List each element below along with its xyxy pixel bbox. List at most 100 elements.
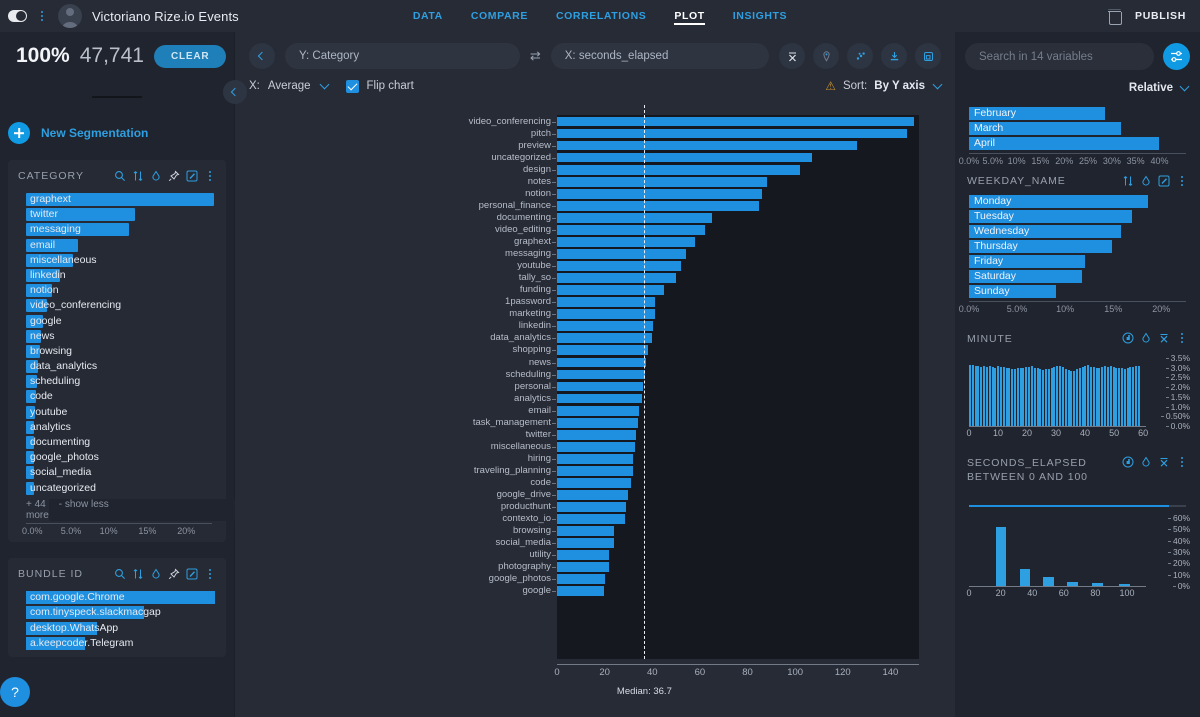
chart-bar[interactable] xyxy=(557,550,610,561)
histogram-icon[interactable] xyxy=(1122,332,1134,344)
more-icon[interactable] xyxy=(1176,175,1188,187)
list-item[interactable]: March xyxy=(965,121,1190,136)
list-item[interactable]: April xyxy=(965,136,1190,151)
category-item[interactable]: news xyxy=(18,329,216,344)
chart-bar[interactable] xyxy=(557,164,800,175)
table-row[interactable]: browsing xyxy=(513,526,919,537)
plus-icon[interactable] xyxy=(8,122,30,144)
chart-bar[interactable] xyxy=(557,574,605,585)
droplet-icon[interactable] xyxy=(1140,175,1152,187)
histogram[interactable]: 0 20 40 60 80 100 60% 50% 40% 30% 20% 10% 0% xyxy=(966,513,1190,600)
more-icon[interactable] xyxy=(1176,332,1188,344)
category-item[interactable]: graphext xyxy=(18,192,216,207)
chart-bar[interactable] xyxy=(557,140,858,151)
clear-button[interactable]: CLEAR xyxy=(153,44,227,68)
chart-bar[interactable] xyxy=(557,321,654,332)
list-item[interactable]: February xyxy=(965,106,1190,121)
chart-bar[interactable] xyxy=(557,212,712,223)
range-slider[interactable] xyxy=(969,500,1186,512)
table-row[interactable]: task_management xyxy=(473,417,919,428)
new-segmentation-row[interactable]: New Segmentation xyxy=(0,98,234,144)
list-item[interactable]: Friday xyxy=(965,254,1190,269)
chart-bar[interactable] xyxy=(557,453,634,464)
table-row[interactable]: graphext xyxy=(514,236,919,247)
droplet-icon[interactable] xyxy=(150,568,162,580)
table-row[interactable]: shopping xyxy=(512,345,919,356)
flip-chart-checkbox[interactable] xyxy=(345,79,359,93)
aggregation-value[interactable]: Average xyxy=(268,80,311,92)
search-icon[interactable] xyxy=(114,170,126,182)
table-row[interactable]: notes xyxy=(528,176,919,187)
table-row[interactable]: uncategorized xyxy=(491,152,919,163)
table-row[interactable]: personal_finance xyxy=(479,200,919,211)
chart-bar[interactable] xyxy=(557,502,627,512)
table-row[interactable]: notion xyxy=(525,188,919,199)
chart-bar[interactable] xyxy=(557,188,762,199)
chart-bar[interactable] xyxy=(557,490,629,500)
chart-bar[interactable] xyxy=(557,273,677,283)
more-icon[interactable] xyxy=(204,170,216,182)
search-input[interactable] xyxy=(965,43,1154,70)
expand-icon[interactable] xyxy=(915,43,941,69)
bundle-item[interactable]: com.google.Chrome xyxy=(18,590,216,605)
search-icon[interactable] xyxy=(114,568,126,580)
table-row[interactable]: google xyxy=(522,586,919,597)
mean-icon[interactable] xyxy=(779,43,805,69)
category-item[interactable]: data_analytics xyxy=(18,359,216,374)
chart-bar[interactable] xyxy=(557,538,615,549)
edit-icon[interactable] xyxy=(186,568,198,580)
flip-chart-label[interactable]: Flip chart xyxy=(367,80,414,92)
more-icon[interactable] xyxy=(1176,456,1188,468)
chart-bar[interactable] xyxy=(557,285,665,296)
bundle-item[interactable]: a.keepcoder.Telegram xyxy=(18,636,216,651)
table-row[interactable]: personal xyxy=(515,381,919,392)
table-row[interactable]: video_conferencing xyxy=(469,116,919,127)
droplet-icon[interactable] xyxy=(1140,456,1152,468)
table-row[interactable]: data_analytics xyxy=(490,333,919,344)
chevron-down-icon[interactable] xyxy=(1179,81,1190,91)
pin-icon[interactable] xyxy=(168,170,180,182)
bundle-item[interactable]: desktop.WhatsApp xyxy=(18,621,216,636)
chart-bar[interactable] xyxy=(557,345,648,356)
chart-bar[interactable] xyxy=(557,465,634,476)
chart-bar[interactable] xyxy=(557,441,636,452)
help-button[interactable]: ? xyxy=(0,677,30,707)
edit-icon[interactable] xyxy=(1158,175,1170,187)
table-row[interactable]: design xyxy=(523,164,919,175)
sort-icon[interactable] xyxy=(132,170,144,182)
more-icon[interactable] xyxy=(204,568,216,580)
chart-bar[interactable] xyxy=(557,237,696,247)
sort-icon[interactable] xyxy=(132,568,144,580)
mean-icon[interactable] xyxy=(1158,332,1170,344)
chart-bar[interactable] xyxy=(557,200,760,211)
table-row[interactable]: messaging xyxy=(505,248,919,259)
category-item[interactable]: analytics xyxy=(18,420,216,435)
chart-bar[interactable] xyxy=(557,116,915,127)
list-item[interactable]: Tuesday xyxy=(965,209,1190,224)
y-axis-field[interactable]: Y: Category xyxy=(285,43,520,69)
table-row[interactable]: documenting xyxy=(497,212,919,223)
download-icon[interactable] xyxy=(881,43,907,69)
droplet-icon[interactable] xyxy=(1140,332,1152,344)
table-row[interactable]: miscellaneous xyxy=(491,441,919,452)
table-row[interactable]: google_drive xyxy=(497,489,919,500)
table-row[interactable]: video_editing xyxy=(495,224,919,235)
x-axis-field[interactable]: X: seconds_elapsed xyxy=(550,43,769,69)
bar-chart[interactable]: video_conferencing pitch preview uncategori… xyxy=(235,105,937,717)
table-row[interactable]: scheduling xyxy=(506,369,919,380)
pin-icon[interactable] xyxy=(813,43,839,69)
category-item[interactable]: documenting xyxy=(18,435,216,450)
list-item[interactable]: Thursday xyxy=(965,239,1190,254)
category-item[interactable]: social_media xyxy=(18,465,216,480)
category-item[interactable]: google xyxy=(18,314,216,329)
new-segmentation-label[interactable]: New Segmentation xyxy=(41,126,148,140)
chart-bar[interactable] xyxy=(557,261,681,271)
chevron-left-icon[interactable] xyxy=(249,43,275,69)
category-item[interactable]: twitter xyxy=(18,207,216,222)
category-item[interactable]: video_conferencing xyxy=(18,298,216,313)
mean-icon[interactable] xyxy=(1158,456,1170,468)
chart-bar[interactable] xyxy=(557,429,636,440)
table-row[interactable]: preview xyxy=(518,140,919,151)
category-item[interactable]: linkedin xyxy=(18,268,216,283)
tab-correlations[interactable]: CORRELATIONS xyxy=(556,0,646,22)
